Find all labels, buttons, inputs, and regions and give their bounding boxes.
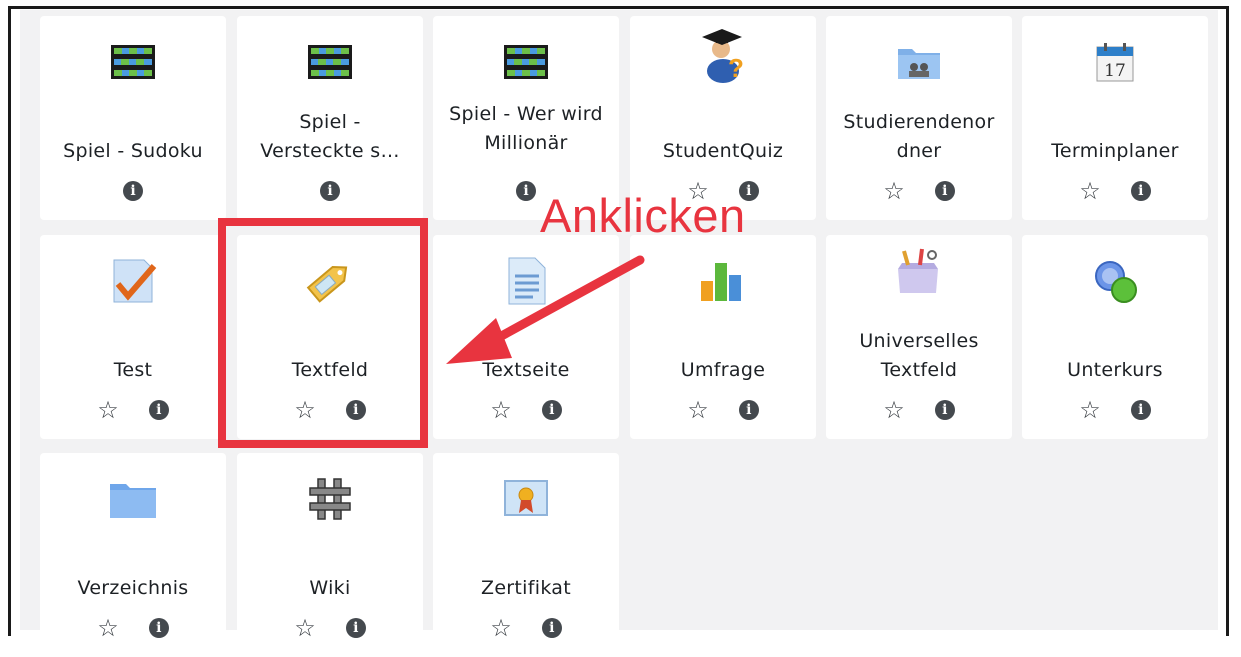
star-icon[interactable]: ☆ — [97, 398, 119, 422]
tile-label: Textseite — [482, 359, 570, 381]
activity-tile-spiel-sudoku[interactable]: Spiel - Sudoku i — [40, 16, 226, 220]
tile-label: Studierendenor dner — [843, 111, 995, 162]
activity-tile-zertifikat[interactable]: Zertifikat ☆ i — [433, 453, 619, 657]
annotation-label: Anklicken — [540, 189, 746, 242]
info-icon[interactable]: i — [1130, 400, 1151, 420]
tile-label: Terminplaner — [1051, 140, 1179, 162]
info-icon[interactable]: i — [738, 400, 759, 420]
game-grid-icon — [500, 36, 552, 88]
activity-tile-umfrage[interactable]: Umfrage ☆ i — [630, 235, 816, 439]
game-grid-icon — [107, 36, 159, 88]
group-folder-icon — [893, 36, 945, 88]
svg-text:17: 17 — [1104, 61, 1126, 81]
tile-label: Spiel - Versteckte s… — [260, 111, 400, 162]
activity-tile-spiel-versteckte[interactable]: Spiel - Versteckte s… i — [237, 16, 423, 220]
activity-tile-wiki[interactable]: Wiki ☆ i — [237, 453, 423, 657]
tile-label: Spiel - Sudoku — [63, 140, 203, 162]
wiki-icon — [304, 473, 356, 525]
tile-label: Textfeld — [291, 359, 369, 381]
folder-icon — [107, 473, 159, 525]
activity-tile-textseite[interactable]: Textseite ☆ i — [433, 235, 619, 439]
tile-label: Universelles Textfeld — [859, 330, 979, 381]
info-icon[interactable]: i — [1130, 181, 1151, 201]
game-grid-icon — [304, 36, 356, 88]
star-icon[interactable]: ☆ — [490, 398, 512, 422]
info-icon[interactable]: i — [541, 618, 562, 638]
star-icon[interactable]: ☆ — [490, 616, 512, 640]
tile-label: Test — [113, 359, 153, 381]
student-quiz-icon: ? — [697, 28, 749, 83]
info-icon[interactable]: i — [541, 400, 562, 420]
star-icon[interactable]: ☆ — [294, 398, 316, 422]
info-icon[interactable]: i — [320, 181, 340, 201]
subcourse-icon — [1089, 255, 1141, 307]
certificate-icon — [500, 473, 552, 525]
info-icon[interactable]: i — [934, 400, 955, 420]
star-icon[interactable]: ☆ — [883, 398, 905, 422]
info-icon[interactable]: i — [345, 400, 366, 420]
quiz-check-icon — [107, 255, 159, 307]
star-icon[interactable]: ☆ — [687, 398, 709, 422]
star-icon[interactable]: ☆ — [1079, 398, 1101, 422]
page-icon — [500, 255, 552, 307]
activity-tile-test[interactable]: Test ☆ i — [40, 235, 226, 439]
info-icon[interactable]: i — [148, 400, 169, 420]
star-icon[interactable]: ☆ — [1079, 179, 1101, 203]
activity-tile-verzeichnis[interactable]: Verzeichnis ☆ i — [40, 453, 226, 657]
tile-label: Verzeichnis — [77, 577, 189, 599]
info-icon[interactable]: i — [516, 181, 536, 201]
tile-label: Spiel - Wer wird Millionär — [449, 103, 603, 154]
tile-label: Unterkurs — [1067, 359, 1163, 381]
star-icon[interactable]: ☆ — [97, 616, 119, 640]
svg-text:?: ? — [728, 53, 744, 83]
activity-tile-textfeld[interactable]: Textfeld ☆ i — [237, 235, 423, 439]
star-icon[interactable]: ☆ — [883, 179, 905, 203]
craft-box-icon — [893, 245, 945, 297]
star-icon[interactable]: ☆ — [294, 616, 316, 640]
bar-chart-icon — [697, 255, 749, 307]
tile-label: StudentQuiz — [662, 140, 784, 162]
tile-label: Umfrage — [680, 359, 766, 381]
info-icon[interactable]: i — [148, 618, 169, 638]
info-icon[interactable]: i — [123, 181, 143, 201]
label-tag-icon — [304, 255, 356, 307]
activity-tile-universelles-textfeld[interactable]: Universelles Textfeld ☆ i — [826, 235, 1012, 439]
tile-label: Zertifikat — [481, 577, 571, 599]
activity-tile-terminplaner[interactable]: 17 Terminplaner ☆ i — [1022, 16, 1208, 220]
calendar-icon: 17 — [1089, 36, 1141, 88]
activity-tile-unterkurs[interactable]: Unterkurs ☆ i — [1022, 235, 1208, 439]
activity-tile-studierendenordner[interactable]: Studierendenor dner ☆ i — [826, 16, 1012, 220]
info-icon[interactable]: i — [345, 618, 366, 638]
tile-label: Wiki — [309, 577, 351, 599]
info-icon[interactable]: i — [934, 181, 955, 201]
